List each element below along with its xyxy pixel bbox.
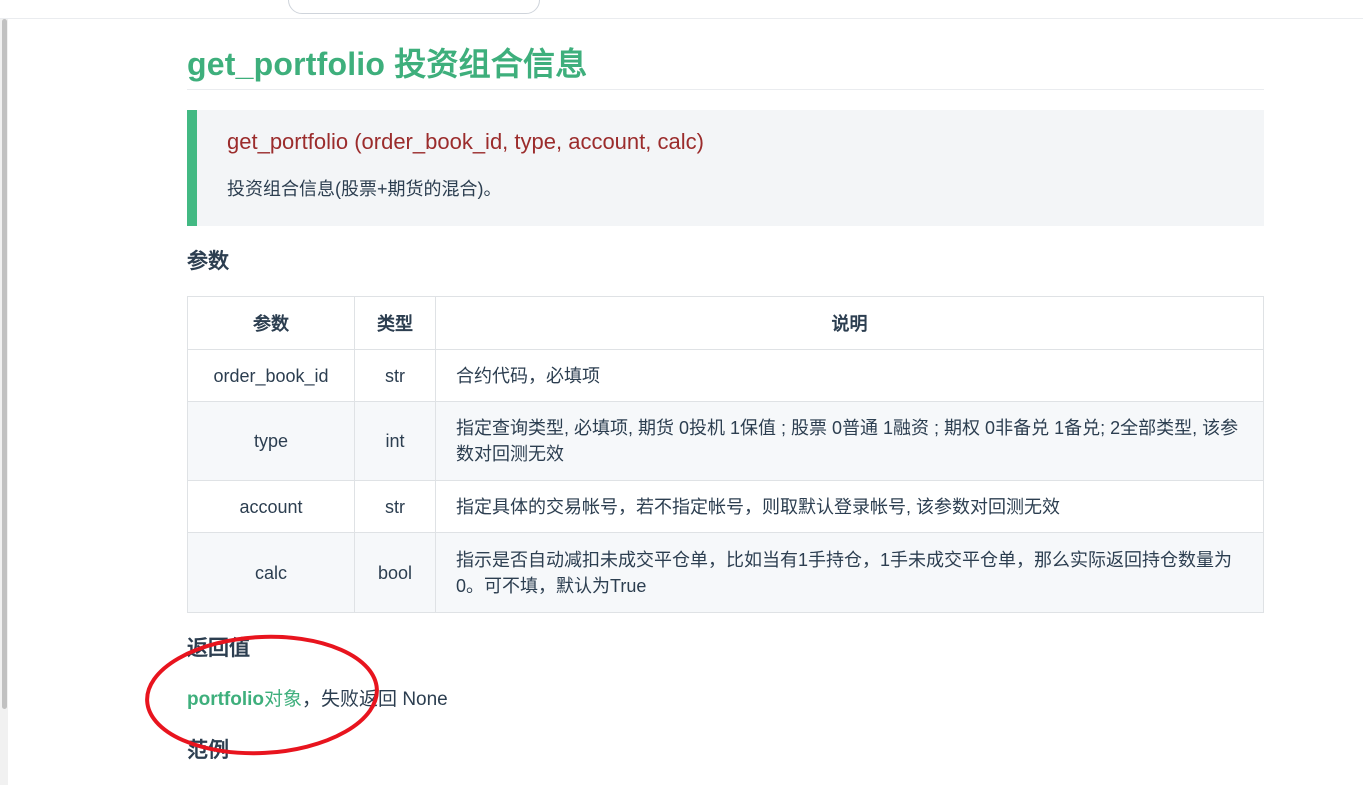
scrollbar-thumb[interactable] [2, 19, 7, 709]
page-title: get_portfolio 投资组合信息 [187, 45, 1264, 90]
function-signature: get_portfolio (order_book_id, type, acco… [227, 129, 704, 154]
header-desc: 说明 [435, 296, 1264, 350]
param-name: type [187, 401, 355, 481]
params-table: 参数 类型 说明 order_book_id str 合约代码，必填项 type… [187, 296, 1264, 613]
header-param: 参数 [187, 296, 355, 350]
table-row: type int 指定查询类型, 必填项, 期货 0投机 1保值 ; 股票 0普… [187, 401, 1264, 481]
params-heading: 参数 [187, 250, 229, 273]
return-rest: ，失败返回 None [302, 689, 448, 710]
function-description: 投资组合信息(股票+期货的混合)。 [227, 179, 502, 199]
param-desc: 指示是否自动减扣未成交平仓单，比如当有1手持仓，1手未成交平仓单，那么实际返回持… [435, 532, 1264, 613]
table-header-row: 参数 类型 说明 [187, 296, 1264, 350]
return-value-text: portfolio对象，失败返回 None [187, 687, 1264, 713]
main-content: get_portfolio 投资组合信息 get_portfolio (orde… [187, 19, 1264, 765]
portfolio-object-link[interactable]: portfolio对象 [187, 689, 302, 710]
table-row: calc bool 指示是否自动减扣未成交平仓单，比如当有1手持仓，1手未成交平… [187, 532, 1264, 613]
link-cn[interactable]: 对象 [264, 689, 302, 710]
search-input[interactable] [288, 0, 540, 14]
param-type: int [354, 401, 436, 481]
table-row: order_book_id str 合约代码，必填项 [187, 349, 1264, 402]
param-type: str [354, 480, 436, 533]
function-signature-box: get_portfolio (order_book_id, type, acco… [187, 110, 1264, 226]
header-type: 类型 [354, 296, 436, 350]
scrollbar[interactable] [0, 19, 8, 785]
top-bar [0, 0, 1363, 19]
link-latin[interactable]: portfolio [187, 689, 264, 710]
param-name: order_book_id [187, 349, 355, 402]
table-row: account str 指定具体的交易帐号，若不指定帐号，则取默认登录帐号, 该… [187, 480, 1264, 533]
param-type: bool [354, 532, 436, 613]
param-desc: 合约代码，必填项 [435, 349, 1264, 402]
param-name: account [187, 480, 355, 533]
example-heading: 范例 [187, 739, 229, 762]
param-name: calc [187, 532, 355, 613]
param-desc: 指定查询类型, 必填项, 期货 0投机 1保值 ; 股票 0普通 1融资 ; 期… [435, 401, 1264, 481]
param-type: str [354, 349, 436, 402]
param-desc: 指定具体的交易帐号，若不指定帐号，则取默认登录帐号, 该参数对回测无效 [435, 480, 1264, 533]
return-heading: 返回值 [187, 637, 250, 660]
